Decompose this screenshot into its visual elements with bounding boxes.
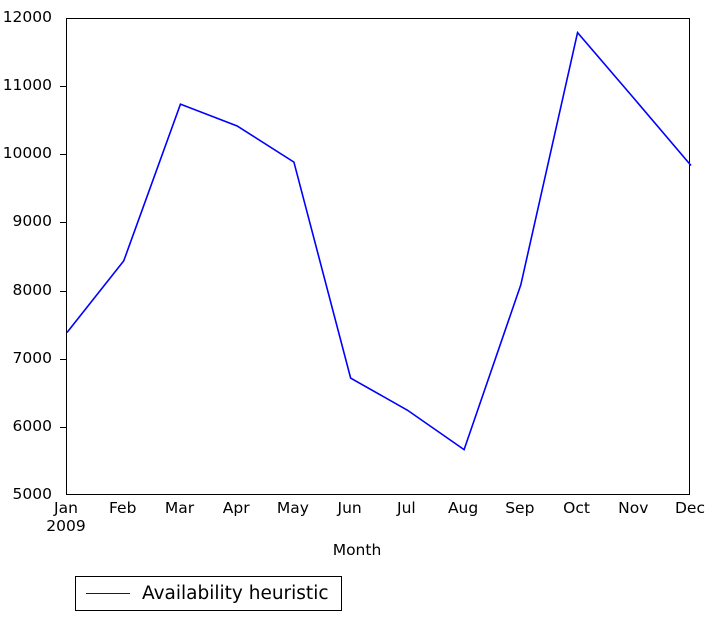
y-axis-tick-label: 10000 bbox=[2, 144, 52, 163]
y-axis-tick-label: 9000 bbox=[12, 212, 52, 231]
y-axis-tick-label: 12000 bbox=[2, 8, 52, 26]
x-axis-tick-label: Feb bbox=[108, 499, 137, 517]
x-axis-tick-label: Jul bbox=[397, 499, 416, 517]
series-line bbox=[66, 30, 692, 451]
x-axis-tick-label: Oct bbox=[563, 499, 590, 517]
y-axis-tick-label: 7000 bbox=[12, 348, 52, 367]
x-axis-tick-label: May bbox=[276, 499, 309, 517]
legend-entry-label: Availability heuristic bbox=[142, 583, 329, 604]
x-axis-tick-label: Jun bbox=[337, 499, 362, 517]
x-axis-tick-label: Jan 2009 bbox=[46, 499, 86, 535]
chart-legend: Availability heuristic bbox=[75, 576, 342, 611]
y-axis-tick-label: 11000 bbox=[2, 76, 52, 95]
plot-area bbox=[66, 18, 692, 495]
x-axis-tick-label: Nov bbox=[618, 499, 649, 517]
y-axis-tick-label: 8000 bbox=[12, 280, 52, 299]
y-axis-tick-label: 6000 bbox=[12, 416, 52, 435]
x-axis-tick-label: Dec bbox=[675, 499, 705, 517]
x-axis-tick-label: Apr bbox=[222, 499, 250, 517]
legend-line-swatch bbox=[86, 587, 130, 601]
x-axis-year-label: 2009 bbox=[46, 516, 86, 535]
x-axis-tick-label: Mar bbox=[164, 499, 195, 517]
chart-figure: 5000 6000 7000 8000 9000 10000 11000 12000 Jan 2… bbox=[0, 0, 714, 621]
x-axis-tick-label: Sep bbox=[505, 499, 535, 517]
x-axis-tick-label: Aug bbox=[447, 499, 479, 517]
x-axis-label: Month bbox=[332, 541, 382, 559]
line-series-availability-heuristic bbox=[66, 30, 692, 451]
